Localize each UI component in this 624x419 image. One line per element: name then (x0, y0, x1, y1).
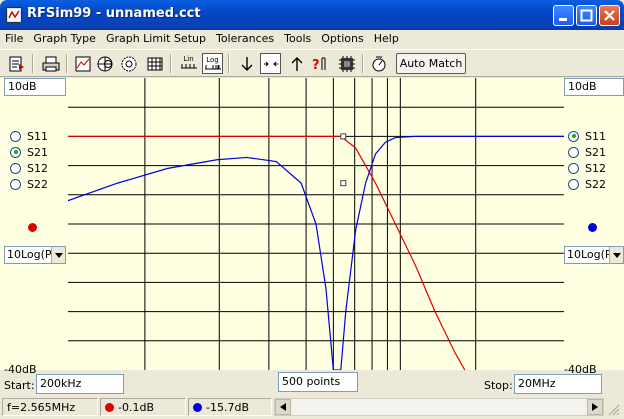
menu-tools[interactable]: Tools (279, 30, 316, 48)
right-panel: 10dB S11 S21 S12 S22 10Log(P -40dB (564, 78, 624, 376)
radio-label: S12 (27, 161, 48, 175)
left-param-group: S11 S21 S12 S22 (10, 128, 48, 192)
marker[interactable] (340, 133, 347, 140)
menu-tolerances[interactable]: Tolerances (211, 30, 279, 48)
up-arrow-icon[interactable] (286, 53, 307, 74)
radio-label: S22 (585, 177, 606, 191)
dropdown-arrow-icon[interactable] (51, 247, 65, 263)
save-icon[interactable] (6, 53, 27, 74)
table-icon[interactable] (144, 53, 165, 74)
right-trace-color-dot (588, 223, 597, 232)
marker[interactable] (340, 180, 347, 187)
print-icon[interactable] (40, 53, 61, 74)
close-button[interactable] (599, 5, 620, 26)
down-arrow-icon[interactable] (236, 53, 257, 74)
app-icon[interactable] (6, 7, 22, 23)
right-radio-s22[interactable]: S22 (568, 176, 606, 192)
status-blue-value: -15.7dB (188, 398, 272, 416)
window-title: RFSim99 - unnamed.cct (27, 6, 201, 21)
radio-label: S12 (585, 161, 606, 175)
blue-value-text: -15.7dB (206, 400, 249, 414)
lin-scale-label: Lin (183, 55, 194, 63)
stop-label: Stop: (484, 379, 513, 392)
resize-grip-icon[interactable] (606, 402, 620, 416)
radio-button[interactable] (568, 130, 579, 142)
measure-icon[interactable] (368, 53, 389, 74)
left-radio-s11[interactable]: S11 (10, 128, 48, 144)
blue-dot-icon (193, 402, 202, 412)
menu-graph-type[interactable]: Graph Type (28, 30, 101, 48)
toolbar-separator (66, 54, 68, 73)
menu-file[interactable]: File (0, 30, 28, 48)
left-radio-s22[interactable]: S22 (10, 176, 48, 192)
toolbar-separator (32, 54, 34, 73)
maximize-button[interactable] (576, 5, 597, 26)
radio-label: S21 (27, 145, 48, 159)
start-label: Start: (4, 379, 35, 392)
left-format-select[interactable]: 10Log(P (4, 246, 66, 264)
menu-graph-limit-setup[interactable]: Graph Limit Setup (101, 30, 211, 48)
radio-label: S11 (585, 129, 606, 143)
log-scale-label: Log (206, 56, 219, 64)
menu-help[interactable]: Help (369, 30, 404, 48)
radio-button[interactable] (10, 146, 21, 158)
scroll-left-icon[interactable] (275, 399, 291, 415)
status-red-value: -0.1dB (100, 398, 186, 416)
radio-button[interactable] (568, 146, 579, 158)
status-bar: f=2.565MHz -0.1dB -15.7dB (0, 396, 624, 419)
auto-match-button[interactable]: Auto Match (396, 53, 466, 74)
radio-label: S22 (27, 177, 48, 191)
radio-label: S21 (585, 145, 606, 159)
left-panel: 10dB S11 S21 S12 S22 10Log(P -40dB (0, 78, 68, 376)
toolbar: Lin Log ? Auto Match (0, 49, 624, 77)
minimize-button[interactable] (553, 5, 574, 26)
right-radio-s21[interactable]: S21 (568, 144, 606, 160)
right-param-group: S11 S21 S12 S22 (568, 128, 606, 192)
right-format-select[interactable]: 10Log(P (564, 246, 624, 264)
red-dot-icon (105, 402, 114, 412)
format-value: 10Log(P (567, 248, 612, 261)
radio-label: S11 (27, 129, 48, 143)
left-top-limit-input[interactable]: 10dB (4, 78, 66, 96)
status-frequency: f=2.565MHz (2, 398, 98, 416)
stop-frequency-input[interactable]: 20MHz (514, 374, 602, 394)
dropdown-arrow-icon[interactable] (609, 247, 623, 263)
graph-icon[interactable] (72, 53, 93, 74)
format-value: 10Log(P (7, 248, 52, 261)
help-icon[interactable]: ? (310, 53, 331, 74)
left-bottom-limit: -40dB (4, 363, 37, 376)
radio-button[interactable] (10, 178, 21, 190)
points-input[interactable]: 500 points (278, 372, 358, 392)
graph-canvas[interactable] (68, 78, 564, 370)
toolbar-separator (170, 54, 172, 73)
title-bar: RFSim99 - unnamed.cct (0, 0, 624, 30)
radio-button[interactable] (10, 130, 21, 142)
svg-text:?: ? (312, 58, 320, 73)
left-trace-color-dot (28, 223, 37, 232)
start-frequency-input[interactable]: 200kHz (36, 374, 124, 394)
lin-scale-icon[interactable]: Lin (178, 53, 199, 74)
smith-chart-icon[interactable] (94, 53, 115, 74)
right-radio-s12[interactable]: S12 (568, 160, 606, 176)
red-value-text: -0.1dB (118, 400, 154, 414)
left-radio-s21[interactable]: S21 (10, 144, 48, 160)
graph-area[interactable] (68, 78, 564, 370)
right-radio-s11[interactable]: S11 (568, 128, 606, 144)
radio-button[interactable] (10, 162, 21, 174)
radio-button[interactable] (568, 178, 579, 190)
horizontal-scrollbar[interactable] (274, 398, 604, 416)
polar-icon[interactable] (118, 53, 139, 74)
menu-options[interactable]: Options (316, 30, 368, 48)
toolbar-separator (362, 54, 364, 73)
log-scale-icon[interactable]: Log (202, 53, 223, 74)
component-icon[interactable] (336, 53, 357, 74)
toolbar-separator (228, 54, 230, 73)
left-radio-s12[interactable]: S12 (10, 160, 48, 176)
radio-button[interactable] (568, 162, 579, 174)
right-top-limit-input[interactable]: 10dB (564, 78, 624, 96)
menu-bar: File Graph Type Graph Limit Setup Tolera… (0, 30, 624, 48)
scroll-right-icon[interactable] (587, 399, 603, 415)
zoom-icon[interactable] (260, 53, 281, 74)
